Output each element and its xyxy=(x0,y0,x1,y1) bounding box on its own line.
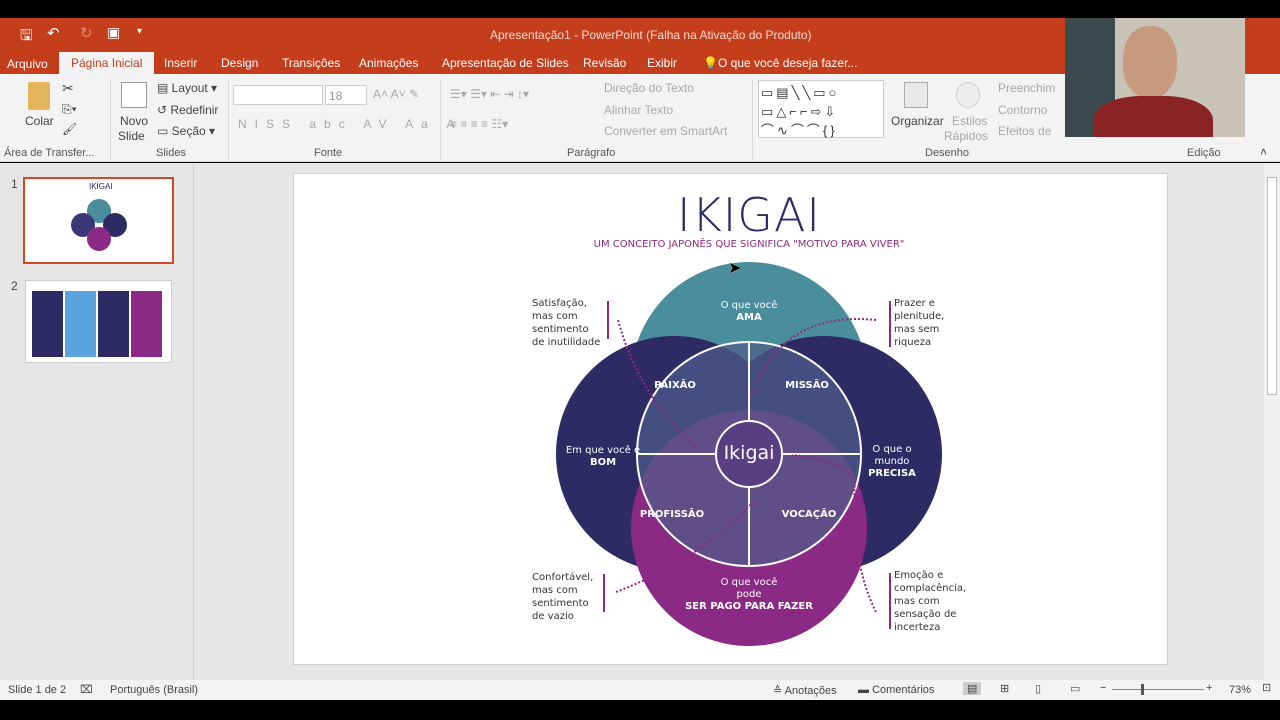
zoom-slider-thumb[interactable] xyxy=(1141,684,1144,695)
notes-button[interactable]: ≙ Anotações xyxy=(773,684,837,697)
zoom-level[interactable]: 73% xyxy=(1229,684,1251,696)
zoom-in-icon[interactable]: + xyxy=(1206,682,1212,694)
fit-to-window-icon[interactable]: ⊡ xyxy=(1262,681,1271,694)
slideshow-view-icon[interactable]: ▭ xyxy=(1070,682,1080,695)
note-top-right: Prazer e plenitude, mas sem riqueza xyxy=(894,298,945,348)
label-profissao: PROFISSÃO xyxy=(639,509,705,520)
label-bom: Em que você é BOM xyxy=(565,445,641,468)
label-precisa: O que o mundo PRECISA xyxy=(868,444,916,479)
label-ikigai-center: Ikigai xyxy=(723,442,775,464)
notes-label: Anotações xyxy=(784,685,837,697)
label-pago: O que você pode SER PAGO PARA FAZER xyxy=(685,577,813,612)
slide-sorter-icon[interactable]: ⊞ xyxy=(1000,682,1009,695)
spellcheck-icon[interactable]: ⌧ xyxy=(80,683,93,696)
label-ama: O que você AMA xyxy=(720,300,778,323)
label-paixao: PAIXÃO xyxy=(654,380,696,391)
ikigai-venn-diagram xyxy=(556,262,942,646)
comments-button[interactable]: ▬ Comentários xyxy=(858,684,934,696)
label-vocacao: VOCAÇÃO xyxy=(781,509,837,520)
note-top-left: Satisfação, mas com sentimento de inutilida… xyxy=(532,298,601,348)
note-bottom-left: Confortável, mas com sentimento de vazio xyxy=(532,572,594,622)
zoom-slider[interactable] xyxy=(1112,689,1204,690)
language-indicator[interactable]: Português (Brasil) xyxy=(110,684,198,696)
reading-view-icon[interactable]: ▯ xyxy=(1035,682,1041,695)
zoom-out-icon[interactable]: − xyxy=(1100,682,1106,694)
note-bottom-right: Emoção e complacência, mas com sensação de i… xyxy=(894,570,967,633)
slide-counter: Slide 1 de 2 xyxy=(8,684,67,696)
status-bar: Slide 1 de 2 ⌧ Português (Brasil) ≙ Anot… xyxy=(0,680,1280,700)
label-missao: MISSÃO xyxy=(785,380,829,391)
normal-view-icon[interactable]: ▤ xyxy=(963,682,982,695)
comments-label: Comentários xyxy=(872,684,935,696)
mouse-cursor-icon: ➤ xyxy=(728,260,742,277)
